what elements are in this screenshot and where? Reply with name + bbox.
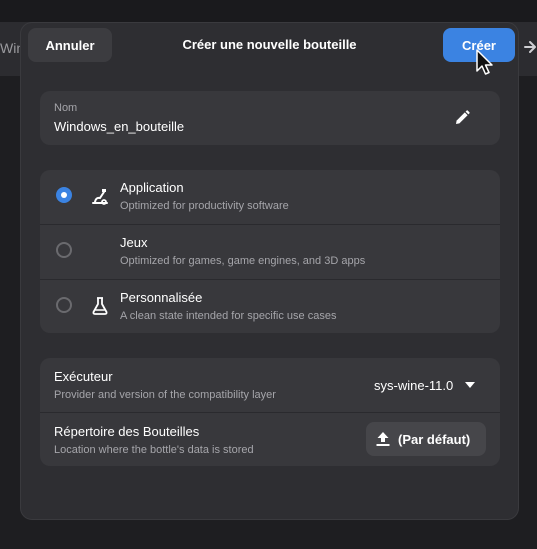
name-field[interactable]: Nom Windows_en_bouteille xyxy=(40,91,500,145)
runner-dropdown[interactable]: sys-wine-11.0 xyxy=(374,376,476,394)
mouse-cursor-icon xyxy=(476,49,493,75)
directory-row: Répertoire des Bouteilles Location where… xyxy=(40,412,500,466)
runner-value: sys-wine-11.0 xyxy=(374,377,454,393)
bottle-type-list: Application Optimized for productivity s… xyxy=(40,170,500,333)
bottle-type-title: Personnalisée xyxy=(120,290,203,305)
background-topbar xyxy=(0,0,537,22)
runner-title: Exécuteur xyxy=(54,369,113,384)
runner-subtitle: Provider and version of the compatibilit… xyxy=(54,389,276,401)
name-field-value[interactable]: Windows_en_bouteille xyxy=(54,119,184,134)
tools-icon xyxy=(92,189,108,205)
bottle-type-title: Jeux xyxy=(120,235,148,250)
radio-jeux[interactable] xyxy=(56,242,72,258)
new-bottle-dialog: Annuler Créer une nouvelle bouteille Cré… xyxy=(20,22,519,520)
directory-button[interactable]: (Par défaut) xyxy=(366,422,486,456)
flask-icon xyxy=(92,297,108,315)
chevron-down-icon xyxy=(465,382,476,388)
bottle-type-personnalisee[interactable]: Personnalisée A clean state intended for… xyxy=(40,279,500,333)
directory-subtitle: Location where the bottle's data is stor… xyxy=(54,444,254,456)
arrow-right-icon xyxy=(524,41,536,53)
settings-list: Exécuteur Provider and version of the co… xyxy=(40,358,500,466)
runner-row[interactable]: Exécuteur Provider and version of the co… xyxy=(40,358,500,412)
name-field-label: Nom xyxy=(54,102,78,114)
bottle-type-subtitle: Optimized for productivity software xyxy=(120,200,289,212)
bottle-type-application[interactable]: Application Optimized for productivity s… xyxy=(40,170,500,224)
directory-title: Répertoire des Bouteilles xyxy=(54,424,200,439)
bottle-type-jeux[interactable]: Jeux Optimized for games, game engines, … xyxy=(40,224,500,279)
bottle-type-subtitle: Optimized for games, game engines, and 3… xyxy=(120,255,366,267)
radio-application[interactable] xyxy=(56,187,72,203)
pencil-icon[interactable] xyxy=(453,109,471,127)
radio-personnalisee[interactable] xyxy=(56,297,72,313)
upload-icon xyxy=(376,432,390,446)
dialog-header: Annuler Créer une nouvelle bouteille Cré… xyxy=(21,23,518,67)
bottle-type-subtitle: A clean state intended for specific use … xyxy=(120,310,337,322)
bottle-type-title: Application xyxy=(120,180,184,195)
directory-button-label: (Par défaut) xyxy=(398,431,471,447)
